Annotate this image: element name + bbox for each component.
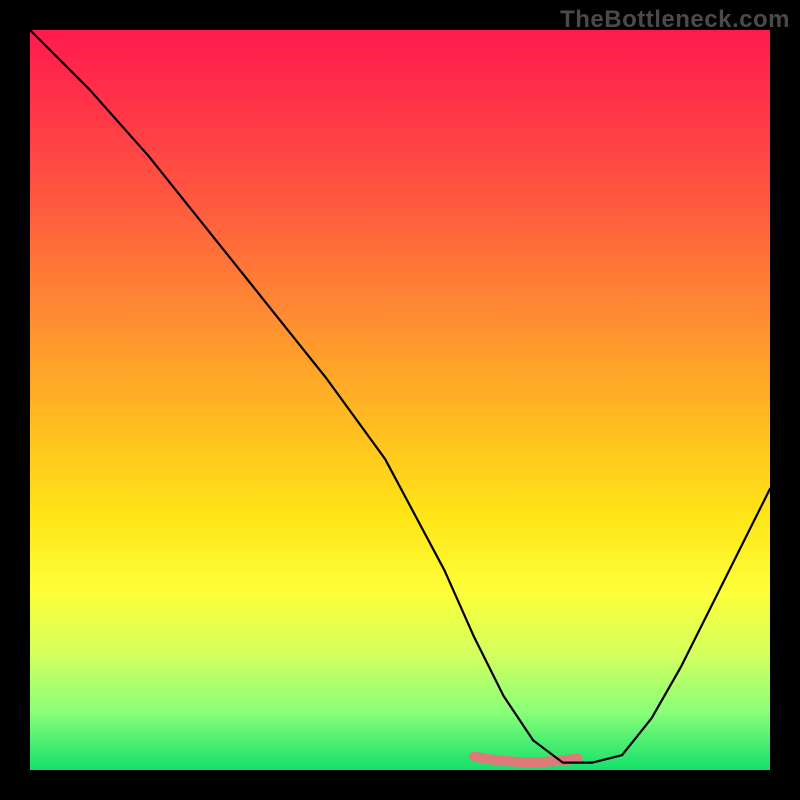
curve-svg [30, 30, 770, 770]
plot-area [30, 30, 770, 770]
watermark-text: TheBottleneck.com [560, 6, 790, 34]
chart-frame: TheBottleneck.com [0, 0, 800, 800]
bottleneck-curve [30, 30, 770, 763]
